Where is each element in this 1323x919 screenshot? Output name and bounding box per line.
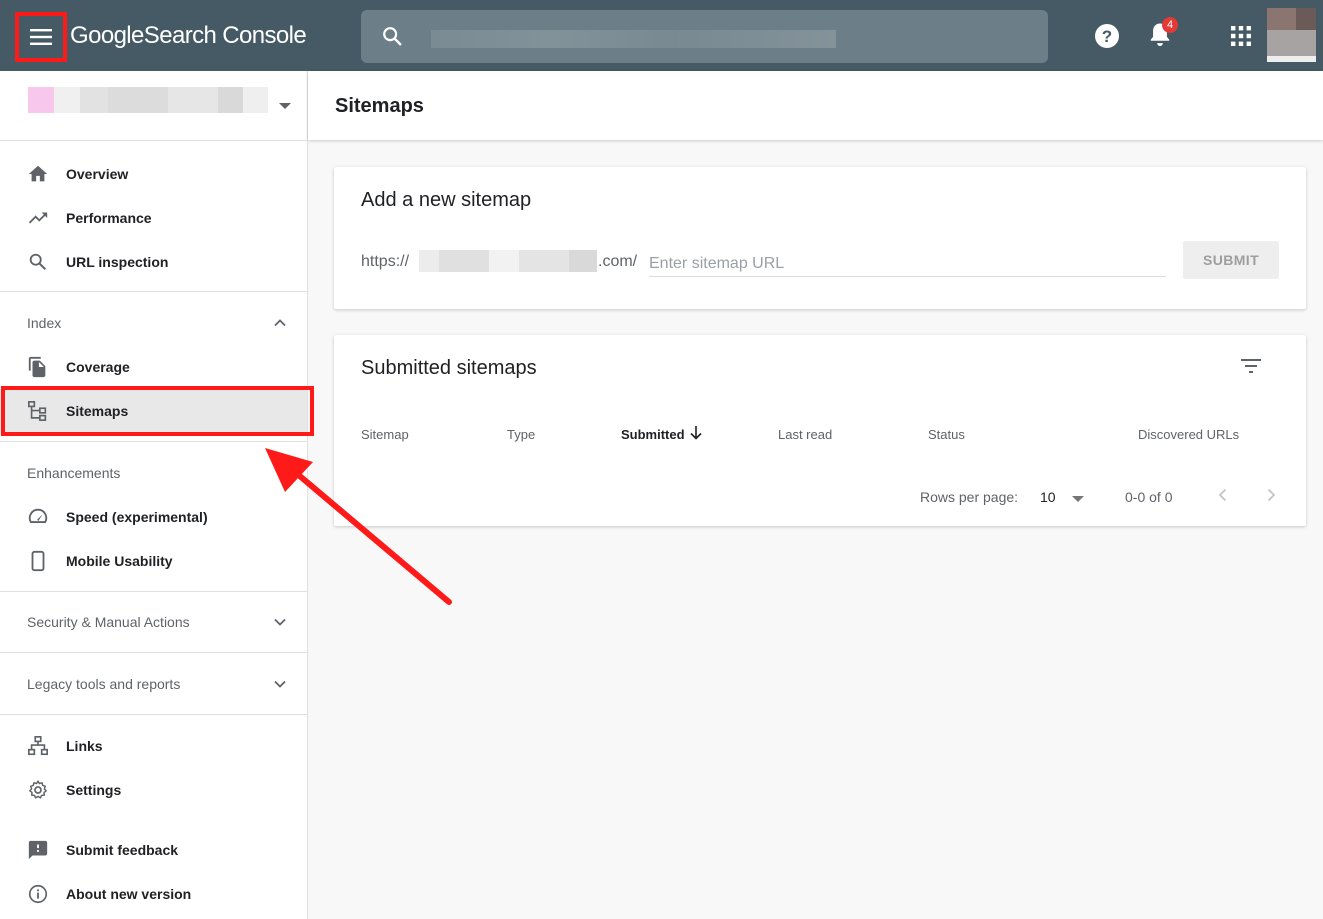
page-title: Sitemaps [335,95,424,117]
menu-icon [30,29,52,45]
sidebar-item-label: Coverage [66,359,130,375]
card-title: Add a new sitemap [361,189,532,211]
url-prefix: https:// [361,253,410,270]
url-suffix: .com/ [598,253,638,270]
help-button[interactable]: ? [1093,22,1121,50]
search-icon [29,253,47,271]
links-icon [28,736,48,756]
sidebar-item-settings[interactable]: Settings [0,768,307,812]
sidebar-item-label: Speed (experimental) [66,509,208,525]
property-name-redacted [28,87,268,113]
section-title: Security & Manual Actions [27,614,190,630]
sidebar-divider [0,652,307,653]
submit-button[interactable]: SUBMIT [1183,241,1279,279]
info-icon [28,884,48,904]
sidebar-item-performance[interactable]: Performance [0,196,307,240]
column-header-discovered-urls[interactable]: Discovered URLs [1138,427,1239,442]
search-icon [383,27,402,46]
sidebar-item-label: Mobile Usability [66,553,173,569]
annotation-arrow [265,448,452,605]
help-icon: ? [1095,24,1119,48]
section-header-index[interactable]: Index [0,303,307,343]
filter-icon [1241,359,1261,373]
section-header-legacy[interactable]: Legacy tools and reports [0,664,307,704]
chevron-down-icon [274,680,286,688]
search-input-redacted[interactable] [431,30,836,48]
sidebar-item-label: URL inspection [66,254,169,270]
add-sitemap-card: Add a new sitemap https:// .com/ SUBMIT [334,167,1306,309]
chevron-up-icon [274,319,286,327]
page-header: Sitemaps [308,71,1323,140]
gear-icon [28,779,48,799]
card-title: Submitted sitemaps [361,357,537,379]
column-header-status[interactable]: Status [928,427,965,442]
search-box[interactable] [361,10,1048,63]
sidebar-item-about-new-version[interactable]: About new version [0,872,307,916]
sitemap-url-input[interactable] [649,247,1166,277]
sidebar-item-label: Overview [66,166,129,182]
apps-grid-icon [1231,26,1251,46]
sidebar-item-coverage[interactable]: Coverage [0,345,307,389]
sidebar-divider [0,714,307,715]
sidebar-item-submit-feedback[interactable]: Submit feedback [0,828,307,872]
sidebar-divider [0,291,307,292]
notification-badge: 4 [1162,17,1178,33]
sidebar-item-label: Performance [66,210,152,226]
column-header-type[interactable]: Type [507,427,535,442]
sitemaps-highlight-box [1,386,314,436]
sidebar-item-overview[interactable]: Overview [0,152,307,196]
sidebar-item-url-inspection[interactable]: URL inspection [0,240,307,284]
logo-google-text: Google [70,22,144,49]
section-title: Index [27,315,62,331]
submitted-sitemaps-card: Submitted sitemaps Sitemap Type Submitte… [334,335,1306,526]
home-icon [28,165,48,182]
dropdown-caret-icon[interactable] [1072,496,1084,502]
sidebar-item-label: About new version [66,886,192,902]
sidebar-item-links[interactable]: Links [0,724,307,768]
column-header-last-read[interactable]: Last read [778,427,832,442]
chevron-left-icon[interactable] [1214,486,1232,504]
filter-button[interactable] [1240,357,1266,379]
notifications-button[interactable]: 4 [1146,17,1178,52]
section-title: Enhancements [27,465,121,481]
coverage-icon [28,356,46,378]
sidebar-item-label: Settings [66,782,122,798]
rows-per-page-select[interactable]: 10 [1040,489,1056,505]
arrow-down-icon[interactable] [689,425,703,441]
sidebar-item-label: Submit feedback [66,842,179,858]
property-selector[interactable] [0,71,307,141]
smartphone-icon [31,550,45,572]
feedback-icon [28,840,48,860]
domain-redacted [419,250,597,272]
section-title: Legacy tools and reports [27,676,181,692]
rows-per-page-label: Rows per page: [920,489,1019,505]
dropdown-caret-icon [279,103,291,109]
trending-up-icon [28,212,48,224]
top-app-bar: GoogleSearch Console ? 4 [0,0,1323,71]
speed-icon [28,508,48,523]
chevron-down-icon [274,618,286,626]
apps-button[interactable] [1230,25,1252,47]
svg-text:?: ? [1102,27,1112,46]
pagination-range: 0-0 of 0 [1125,489,1173,505]
app-logo[interactable]: GoogleSearch Console [70,22,307,50]
sidebar-item-label: Links [66,738,103,754]
menu-button[interactable] [15,12,67,62]
account-avatar[interactable] [1267,8,1316,62]
column-header-submitted[interactable]: Submitted [621,427,685,442]
logo-product-text: Search Console [143,22,307,49]
chevron-right-icon[interactable] [1262,486,1280,504]
